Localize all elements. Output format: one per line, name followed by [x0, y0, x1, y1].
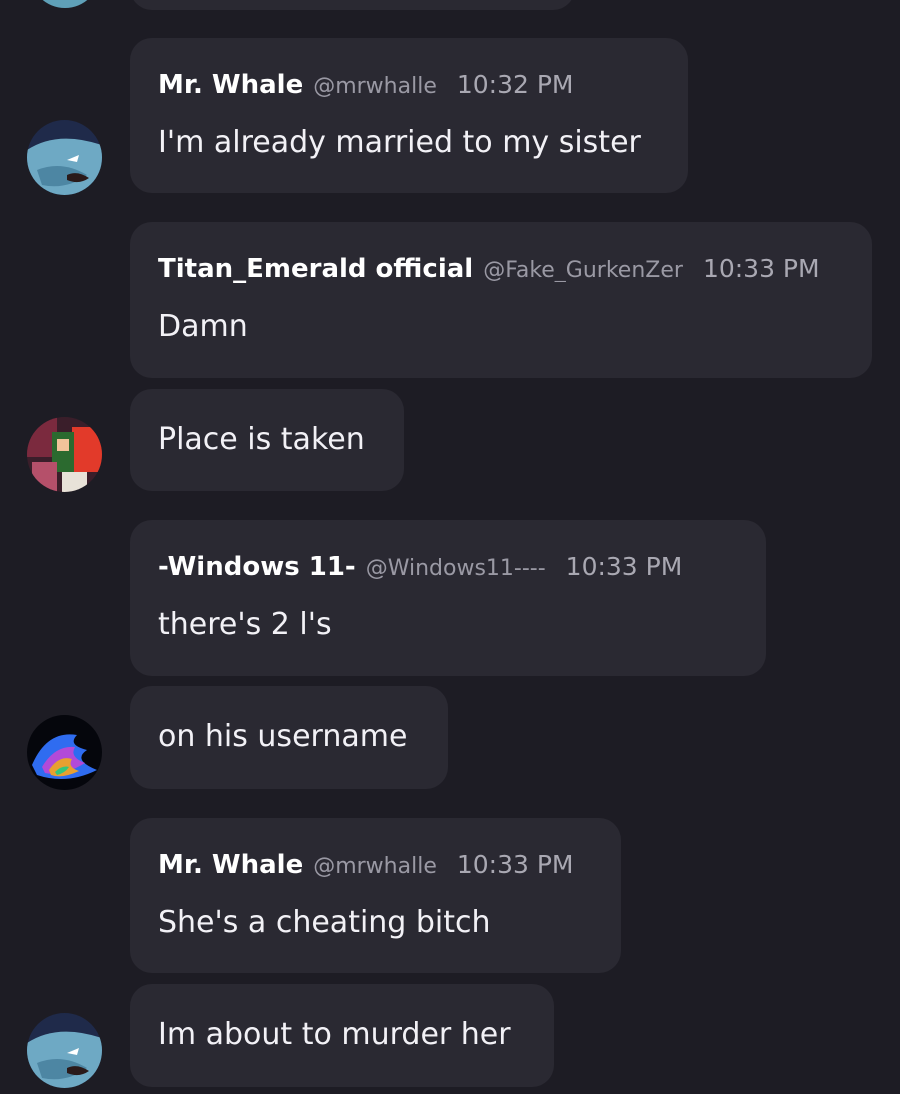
author-handle: @mrwhalle: [313, 76, 437, 98]
message-time: 10:33 PM: [456, 850, 574, 879]
message-time: 10:32 PM: [456, 70, 574, 99]
whale-avatar-icon: [27, 1013, 102, 1088]
author-name[interactable]: Mr. Whale: [158, 852, 303, 878]
avatar-titan[interactable]: [27, 417, 102, 492]
windows-avatar-icon: [27, 715, 102, 790]
message-header: -Windows 11- @Windows11---- 10:33 PM: [158, 554, 682, 580]
message-text: Damn: [158, 309, 248, 344]
message-bubble: Place is taken: [130, 389, 404, 491]
message-bubble: on his username: [130, 686, 448, 789]
message-text: Im about to murder her: [158, 1017, 511, 1052]
author-handle: @Windows11----: [365, 558, 546, 580]
message-time: 10:33 PM: [565, 552, 683, 581]
message-text: She's a cheating bitch: [158, 905, 491, 940]
message-header: Titan_Emerald official @Fake_GurkenZer 1…: [158, 256, 820, 282]
whale-avatar-icon: [27, 120, 102, 195]
titan-avatar-icon: [27, 417, 102, 492]
message-bubble: Mr. Whale @mrwhalle 10:33 PM She's a che…: [130, 818, 621, 973]
author-name[interactable]: Titan_Emerald official: [158, 256, 473, 282]
author-handle: @Fake_GurkenZer: [483, 260, 683, 282]
avatar-whale[interactable]: [27, 1013, 102, 1088]
message-text: on his username: [158, 719, 408, 754]
avatar-windows[interactable]: [27, 715, 102, 790]
message-time: 10:33 PM: [702, 254, 820, 283]
message-bubble: Im about to murder her: [130, 984, 554, 1087]
message-bubble: -Windows 11- @Windows11---- 10:33 PM the…: [130, 520, 766, 676]
author-handle: @mrwhalle: [313, 856, 437, 878]
message-text: Place is taken: [158, 422, 365, 457]
author-name[interactable]: Mr. Whale: [158, 72, 303, 98]
message-bubble-partial-top: [130, 0, 575, 10]
message-header: Mr. Whale @mrwhalle 10:33 PM: [158, 852, 574, 878]
message-text: I'm already married to my sister: [158, 125, 641, 160]
message-text: there's 2 l's: [158, 607, 332, 642]
message-header: Mr. Whale @mrwhalle 10:32 PM: [158, 72, 574, 98]
message-bubble: Mr. Whale @mrwhalle 10:32 PM I'm already…: [130, 38, 688, 193]
avatar-partial-top[interactable]: [30, 0, 100, 8]
avatar-whale[interactable]: [27, 120, 102, 195]
chat-view: Mr. Whale @mrwhalle 10:32 PM I'm already…: [0, 0, 900, 1094]
author-name[interactable]: -Windows 11-: [158, 554, 356, 580]
message-bubble: Titan_Emerald official @Fake_GurkenZer 1…: [130, 222, 872, 378]
